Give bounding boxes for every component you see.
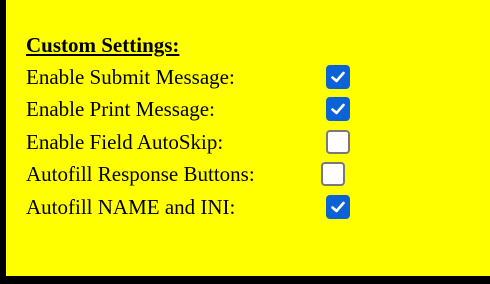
setting-row-field-autoskip: Enable Field AutoSkip: <box>26 127 446 157</box>
setting-row-submit-message: Enable Submit Message: <box>26 62 446 92</box>
field-autoskip-checkbox[interactable] <box>326 130 350 154</box>
submit-message-checkbox[interactable] <box>326 65 350 89</box>
setting-label-autofill-response-buttons: Autofill Response Buttons: <box>26 162 255 186</box>
autofill-name-ini-checkbox[interactable] <box>326 195 350 219</box>
setting-row-autofill-response-buttons: Autofill Response Buttons: <box>26 159 446 189</box>
setting-label-submit-message: Enable Submit Message: <box>26 65 235 89</box>
print-message-checkbox[interactable] <box>326 97 350 121</box>
setting-row-autofill-name-ini: Autofill NAME and INI: <box>26 192 446 222</box>
checkmark-icon <box>331 71 345 83</box>
checkmark-icon <box>331 103 345 115</box>
settings-heading: Custom Settings: <box>26 33 180 57</box>
setting-label-autofill-name-ini: Autofill NAME and INI: <box>26 195 236 219</box>
setting-row-print-message: Enable Print Message: <box>26 94 446 124</box>
custom-settings-panel: Custom Settings: Enable Submit Message: … <box>0 0 490 284</box>
setting-label-print-message: Enable Print Message: <box>26 97 215 121</box>
setting-label-field-autoskip: Enable Field AutoSkip: <box>26 130 224 154</box>
autofill-response-buttons-checkbox[interactable] <box>321 162 345 186</box>
checkmark-icon <box>331 201 345 213</box>
